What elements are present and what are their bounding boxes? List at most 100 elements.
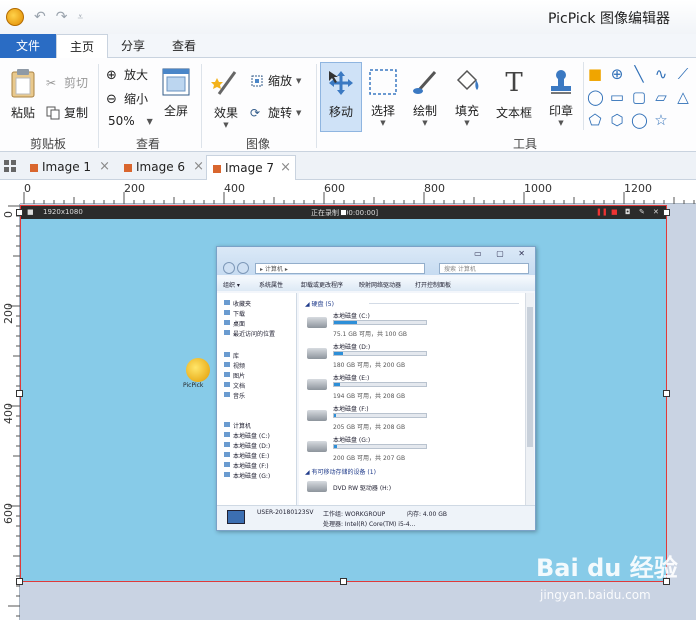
divider xyxy=(98,64,99,148)
dvd-drive-label: DVD RW 驱动器 (H:) xyxy=(333,485,392,492)
stamp-tool-button[interactable]: 印章 ▼ xyxy=(544,68,578,127)
quick-access-dropdown-icon[interactable]: ⩡ xyxy=(77,12,83,23)
resize-handle[interactable] xyxy=(663,209,670,216)
zoom-in-button[interactable]: ⊕ 放大 xyxy=(106,66,148,83)
copy-label: 复制 xyxy=(64,106,89,120)
explorer-window: ▸ 计算机 ▸ 搜索 计算机 ▭ ▢ ✕ 组织 ▾ 系统属性 卸载或更改程序 映… xyxy=(216,246,536,531)
redo-icon[interactable]: ↷ xyxy=(56,9,68,25)
ruler-label: 1000 xyxy=(524,182,552,195)
line-shape-icon[interactable]: ╲ xyxy=(631,66,647,82)
chevron-down-icon: ▼ xyxy=(464,119,470,127)
rotate-label: 旋转 xyxy=(268,106,293,120)
star-shape-icon[interactable]: ☆ xyxy=(653,112,669,128)
brush-icon xyxy=(413,71,437,94)
vertical-ruler[interactable]: 0 200 400 600 xyxy=(0,204,20,620)
desktop-icon-label: PicPick xyxy=(183,382,204,389)
tab-file[interactable]: 文件 xyxy=(0,34,56,58)
hexagon-shape-icon[interactable]: ⬡ xyxy=(609,112,625,128)
polyline-shape-icon[interactable]: ⟋ xyxy=(675,66,691,82)
picpick-logo-icon[interactable] xyxy=(6,8,24,26)
resize-handle[interactable] xyxy=(16,209,23,216)
explorer-titlebar: ▸ 计算机 ▸ 搜索 计算机 ▭ ▢ ✕ xyxy=(217,247,535,275)
pentagon-shape-icon[interactable]: ⬠ xyxy=(587,112,603,128)
effects-button[interactable]: 效果 ▼ xyxy=(208,68,244,129)
triangle-shape-icon[interactable]: △ xyxy=(675,89,691,105)
rotate-button[interactable]: ⟳ 旋转 ▼ xyxy=(250,104,301,121)
resize-button[interactable]: 缩放 ▼ xyxy=(250,72,301,89)
rec-menu-icon: ■ xyxy=(27,208,34,216)
nav-item: 文档 xyxy=(223,382,246,390)
resize-handle[interactable] xyxy=(340,209,347,216)
doc-tab-image-6[interactable]: Image 6 × xyxy=(118,155,204,180)
select-tool-button[interactable]: 选择 ▼ xyxy=(366,68,400,127)
address-bar: ▸ 计算机 ▸ xyxy=(255,263,425,274)
edited-image[interactable]: ■ 1920x1080 正在录制 [00:00:00] ❚❚ ■ ◘ ✎ ✕ P… xyxy=(20,205,667,582)
resize-label: 缩放 xyxy=(268,74,293,88)
rec-resolution: 1920x1080 xyxy=(43,208,83,216)
baidu-watermark: Bai du 经验 jingyan.baidu.com xyxy=(536,548,686,608)
curve-shape-icon[interactable]: ∿ xyxy=(653,66,669,82)
move-tool-button[interactable]: 移动 xyxy=(320,62,362,132)
view-group-label: 查看 xyxy=(135,137,160,151)
pen-icon: ✎ xyxy=(639,208,645,216)
explorer-search: 搜索 计算机 xyxy=(439,263,529,274)
rectangle-fill-shape-icon[interactable]: ■ xyxy=(587,66,603,82)
ruler-ticks xyxy=(23,192,695,204)
fill-tool-button[interactable]: 填充 ▼ xyxy=(450,68,484,127)
drive-usage-bar xyxy=(333,320,427,325)
drive-stat: 205 GB 可用，共 208 GB xyxy=(333,424,406,431)
rectangle-shape-icon[interactable]: ▭ xyxy=(609,89,625,105)
tab-view[interactable]: 查看 xyxy=(160,34,208,58)
resize-handle[interactable] xyxy=(340,578,347,585)
draw-tool-button[interactable]: 绘制 ▼ xyxy=(408,68,442,127)
drive-usage-bar xyxy=(333,382,427,387)
ruler-label: 0 xyxy=(2,211,15,218)
close-icon[interactable]: × xyxy=(280,156,291,180)
circle-shape-icon[interactable]: ◯ xyxy=(631,112,648,128)
ruler-label: 400 xyxy=(2,403,15,424)
resize-handle[interactable] xyxy=(663,390,670,397)
tab-home[interactable]: 主页 xyxy=(56,34,108,59)
zoom-in-icon: ⊕ xyxy=(106,67,117,83)
ruler-label: 800 xyxy=(424,182,445,195)
zoom-out-button[interactable]: ⊖ 缩小 xyxy=(106,90,148,107)
undo-icon[interactable]: ↶ xyxy=(34,9,46,25)
text-box-button[interactable]: T 文本框 xyxy=(494,68,534,121)
hard-drive-icon xyxy=(307,441,327,452)
drive-name: 本地磁盘 (D:) xyxy=(333,344,371,351)
draw-label: 绘制 xyxy=(412,104,437,118)
close-icon[interactable]: × xyxy=(99,155,110,179)
copy-button[interactable]: 复制 xyxy=(46,104,88,121)
doc-tab-image-1[interactable]: Image 1 × xyxy=(24,155,110,180)
ruler-label: 0 xyxy=(24,182,31,195)
select-label: 选择 xyxy=(370,104,395,118)
close-icon[interactable]: × xyxy=(193,155,204,179)
divider xyxy=(316,64,317,148)
horizontal-ruler[interactable]: 0 200 400 600 800 1000 1200 xyxy=(20,180,696,204)
stop-icon: ■ xyxy=(611,208,618,216)
watermark-url: jingyan.baidu.com xyxy=(540,588,651,602)
speech-bubble-shape-icon[interactable]: ▱ xyxy=(653,89,669,105)
paste-button[interactable]: 粘贴 xyxy=(6,68,40,121)
document-tab-bar: Image 1 × Image 6 × Image 7 × xyxy=(0,152,696,180)
back-icon xyxy=(223,262,235,274)
doc-tab-image-7[interactable]: Image 7 × xyxy=(206,155,296,180)
hard-drive-icon xyxy=(307,317,327,328)
rounded-rectangle-shape-icon[interactable]: ▢ xyxy=(631,89,647,105)
cut-button[interactable]: ✂ 剪切 xyxy=(46,74,88,91)
fullscreen-button[interactable]: 全屏 xyxy=(160,68,192,119)
tab-share[interactable]: 分享 xyxy=(110,34,156,58)
status-workgroup: 工作组: WORKGROUP xyxy=(323,511,386,518)
nav-item: 收藏夹 xyxy=(223,300,252,308)
grid-view-icon[interactable] xyxy=(4,160,16,172)
resize-handle[interactable] xyxy=(16,578,23,585)
ellipse-shape-icon[interactable]: ◯ xyxy=(587,89,604,105)
resize-handle[interactable] xyxy=(16,390,23,397)
doc-tab-label: Image 1 xyxy=(42,160,92,174)
fullscreen-label: 全屏 xyxy=(163,104,188,118)
doc-tab-label: Image 6 xyxy=(136,160,186,174)
chevron-down-icon: ▼ xyxy=(558,119,564,127)
ruler-label: 200 xyxy=(124,182,145,195)
crosshair-shape-icon[interactable]: ⊕ xyxy=(609,66,625,82)
zoom-level-select[interactable]: 50% ▼ xyxy=(108,114,153,128)
